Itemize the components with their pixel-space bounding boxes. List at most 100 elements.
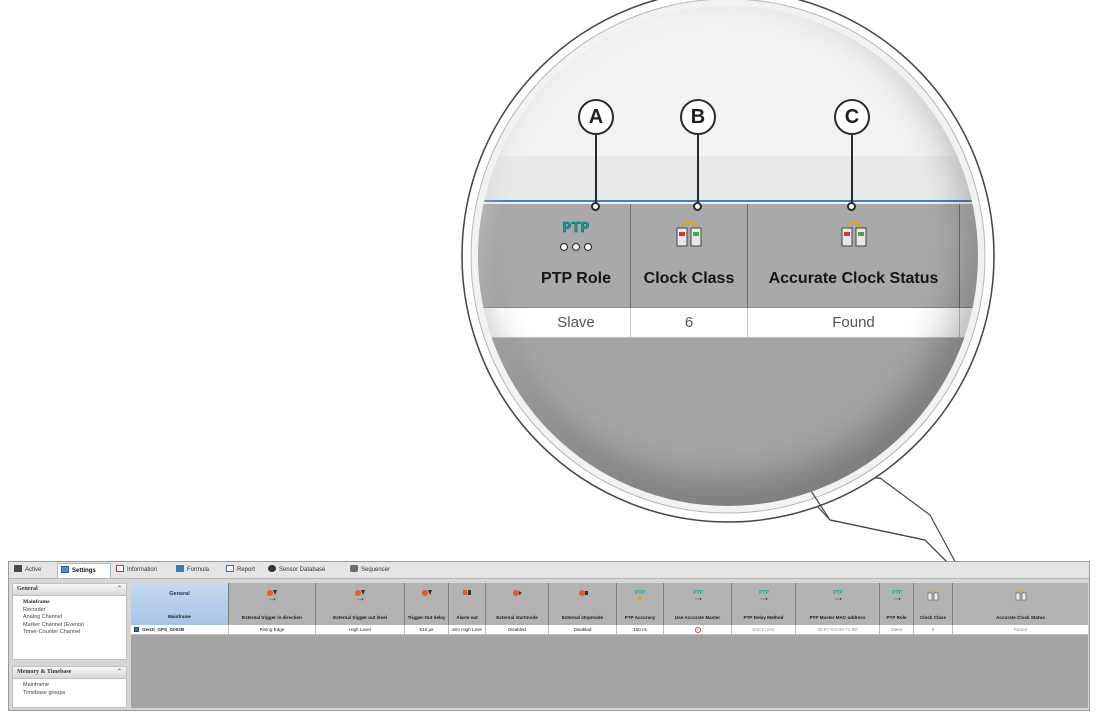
col-header-ext-trigger-in[interactable]: ○○● External trigger in direction [229,583,316,625]
sidebar-item-recorder[interactable]: Recorder [13,607,126,615]
sidebar-panel-general: General ⌃ Mainframe Recorder Analog Chan… [12,583,127,660]
report-icon [226,565,234,572]
grid-icon [14,565,22,572]
col-header-ptp-master-mac[interactable]: PTP ○○● PTP Master MAC-address [796,583,880,625]
col-header-label: Alarm out [456,615,478,620]
table-cell[interactable]: arm High Leve [449,625,486,635]
tab-sequencer[interactable]: Sequencer [347,563,403,578]
col-header-ext-startmode[interactable]: External startmode [486,583,549,625]
chevron-up-icon[interactable]: ⌃ [117,667,122,678]
clock-modules-icon [914,588,952,606]
group-header-label: General [169,591,190,597]
table-cell[interactable]: Disabled [549,625,617,635]
sidebar-item-mainframe-memory[interactable]: Mainframe [13,682,126,690]
sidebar-item-analog-channel[interactable]: Analog Channel [13,614,126,622]
table-cell[interactable]: End to end [732,625,796,635]
col-header-label: Use Accurate Master [674,615,721,620]
alarm-icon [449,588,485,606]
tab-label: Sequencer [361,567,391,573]
table-cell[interactable]: High Level [316,625,405,635]
chevron-up-icon[interactable]: ⌃ [117,584,122,595]
table-cell[interactable]: Disabled [486,625,549,635]
table-cell[interactable]: 516 µs [405,625,449,635]
tab-settings[interactable]: Settings [57,563,111,578]
sidebar-item-timer-counter-channel[interactable]: Timer-Counter Channel [13,629,126,637]
app-window: Active Settings Information Formula Repo… [8,561,1090,711]
tab-information[interactable]: Information [113,563,165,578]
tab-report[interactable]: Report [223,563,263,578]
trigger-icon: ○○● [229,588,315,606]
col-header-ptp-delay-method[interactable]: PTP ○○● PTP Delay Method [732,583,796,625]
svg-text:○○●: ○○● [760,596,768,601]
sidebar-panel-header[interactable]: General ⌃ [13,584,126,596]
col-header-label: External stopmode [561,615,604,620]
col-header-label: PTP Accuracy [624,615,656,620]
callout-badge-b: B [680,99,716,135]
sidebar-panel-header[interactable]: Memory & Timebase ⌃ [13,667,126,679]
mainframe-name: Gen3i_GPS_G002B [142,627,185,632]
col-header-label: Accurate Clock Status [996,615,1045,620]
row-select-checkbox[interactable] [134,627,139,632]
tab-sensor-database[interactable]: Sensor Database [265,563,341,578]
table-cell[interactable]: 6 [914,625,953,635]
callout-dot-b [693,202,702,211]
ptp-icon: PTP ○○● [796,588,879,606]
sidebar-panel-memory-timebase: Memory & Timebase ⌃ Mainframe Timebase g… [12,666,127,708]
sequencer-icon [350,565,358,572]
tab-active[interactable]: Active [11,563,55,578]
col-header-clock-class[interactable]: Clock Class [914,583,953,625]
sidebar-item-marker-channel[interactable]: Marker Channel (Events) [13,622,126,630]
svg-text:○○●: ○○● [268,597,276,602]
svg-text:○○●: ○○● [356,597,364,602]
col-header-ptp-accuracy[interactable]: PTP PTP Accuracy [617,583,664,625]
callout-badge-a: A [578,99,614,135]
col-header-ext-trigger-out[interactable]: ○○● External trigger out level [316,583,405,625]
trigger-icon: ○○● [316,588,404,606]
col-header-ext-stopmode[interactable]: External stopmode [549,583,617,625]
col-header-label: External trigger out level [333,615,387,620]
table-cell[interactable]: 20-E7-C0-00-71-3D [796,625,880,635]
ptp-icon: PTP [617,588,663,606]
settings-sidebar: General ⌃ Mainframe Recorder Analog Chan… [12,583,127,708]
tab-label: Settings [72,568,96,574]
settings-icon [61,566,69,573]
tab-label: Active [25,567,42,573]
svg-text:PTP: PTP [635,590,645,596]
sidebar-item-timebase-groups[interactable]: Timebase groups [13,690,126,698]
tab-formula[interactable]: Formula [173,563,217,578]
col-header-label: External trigger in direction [242,615,302,620]
col-header-ptp-role[interactable]: PTP ○○● PTP Role [880,583,914,625]
sidebar-item-mainframe[interactable]: Mainframe [13,599,126,607]
table-cell-use-accurate-master[interactable]: × [664,625,732,635]
trigger-icon [405,588,448,606]
svg-text:○○●: ○○● [834,596,842,601]
start-icon [486,588,548,606]
table-cell[interactable]: Rising Edge [229,625,316,635]
sidebar-panel-title: General [17,586,38,592]
tab-label: Formula [187,567,210,573]
table-row-name-cell[interactable]: Gen3i_GPS_G002B [131,625,229,635]
callout-badge-c: C [834,99,870,135]
col-header-label: PTP Role [886,615,907,620]
col-header-label: Mainframe [168,614,191,619]
error-icon: × [694,626,701,633]
formula-icon [176,565,184,572]
table-cell[interactable]: 150 ns [617,625,664,635]
col-header-use-accurate-master[interactable]: PTP ○○● Use Accurate Master [664,583,732,625]
settings-grid: General Mainframe ○○● External trigger i… [131,583,1088,708]
col-header-label: PTP Master MAC-address [809,615,866,620]
col-header-mainframe[interactable]: General Mainframe [131,583,229,625]
tab-label: Information [127,567,158,573]
callout-leader-c [851,133,853,206]
callout-leader-a [595,133,597,206]
callout-dot-c [847,202,856,211]
col-header-trigger-out-delay[interactable]: Trigger Out delay [405,583,449,625]
table-cell[interactable]: Slave [880,625,914,635]
col-header-alarm-out[interactable]: Alarm out [449,583,486,625]
stop-icon [549,588,616,606]
ptp-icon: PTP ○○● [732,588,795,606]
svg-text:○○●: ○○● [893,596,901,601]
table-cell[interactable]: Found [953,625,1088,635]
info-icon [116,565,124,572]
col-header-accurate-clock-status[interactable]: Accurate Clock Status [953,583,1088,625]
